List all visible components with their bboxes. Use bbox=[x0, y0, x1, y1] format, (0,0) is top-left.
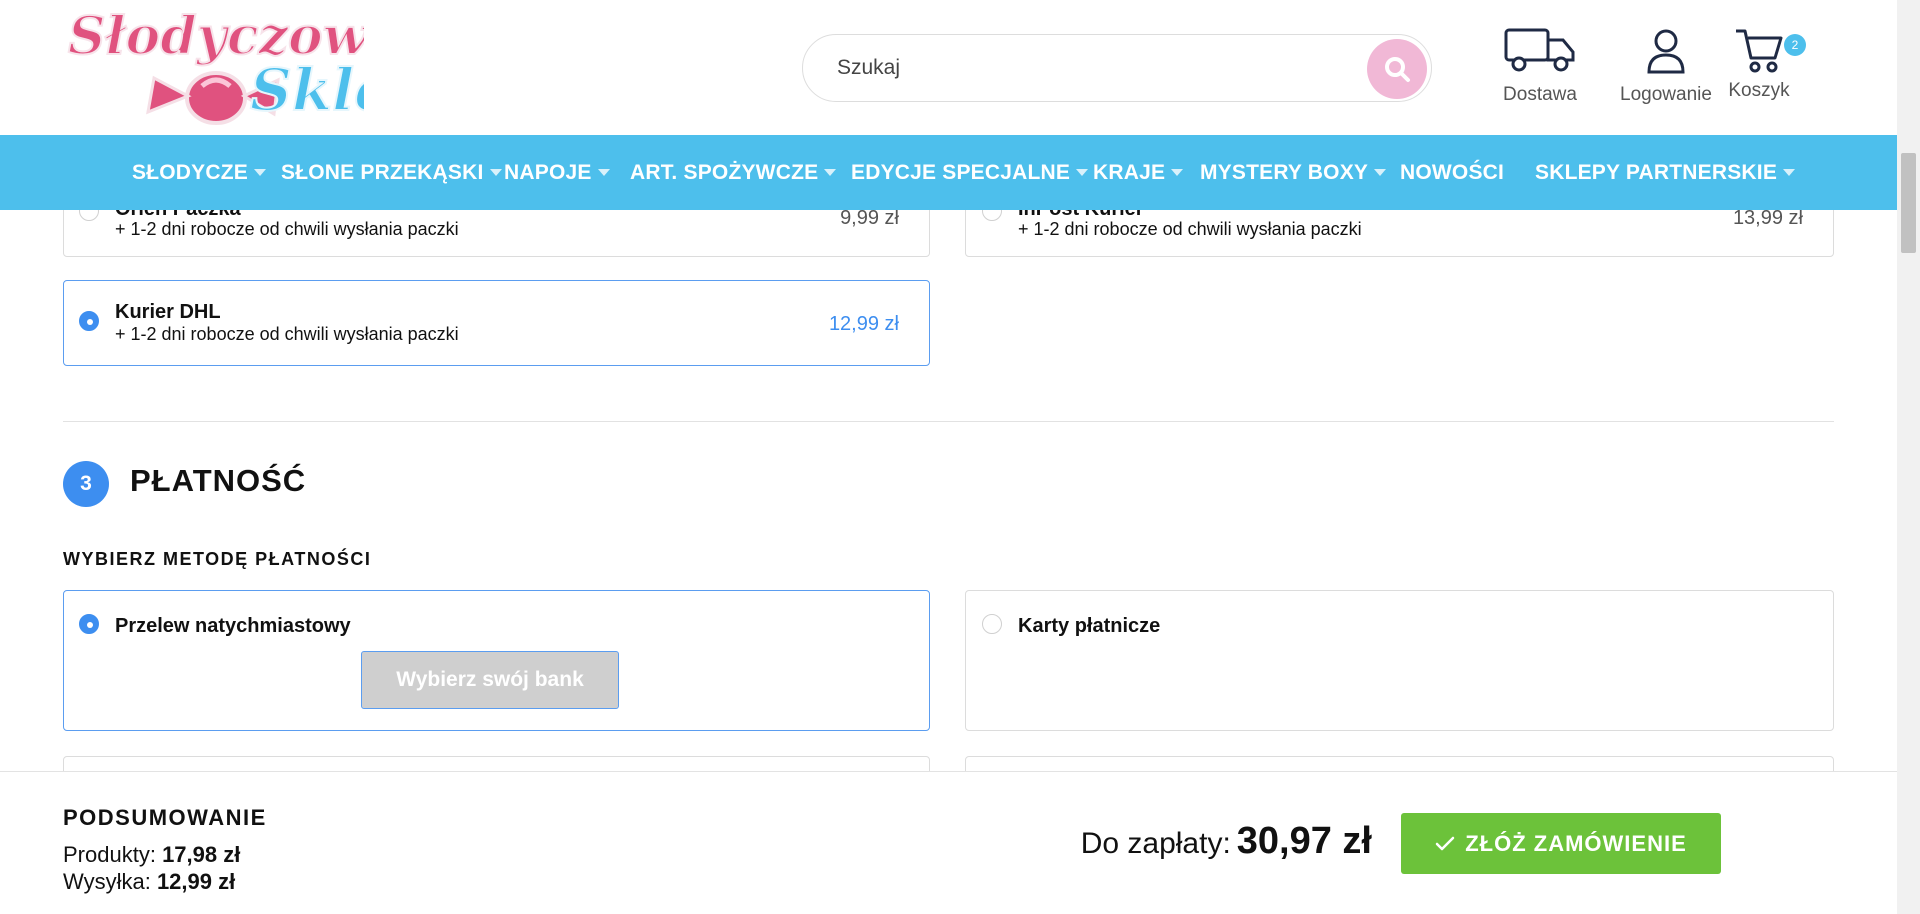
page-scrollbar[interactable] bbox=[1897, 0, 1920, 914]
login-label: Logowanie bbox=[1620, 84, 1712, 105]
payment-option-title: Karty płatnicze bbox=[1018, 615, 1161, 637]
chevron-down-icon bbox=[253, 169, 266, 176]
payment-option-cards[interactable]: Karty płatnicze bbox=[965, 590, 1834, 731]
step-number-badge: 3 bbox=[63, 461, 109, 507]
shipping-option-subtitle: + 1-2 dni robocze od chwili wysłania pac… bbox=[115, 324, 459, 344]
section-divider bbox=[63, 421, 1834, 422]
search-bar bbox=[802, 34, 1432, 102]
chevron-down-icon bbox=[1076, 169, 1089, 176]
shipping-label: Wysyłka: bbox=[63, 869, 151, 894]
summary-products: Produkty: 17,98 zł bbox=[63, 842, 240, 868]
products-value: 17,98 zł bbox=[162, 842, 241, 867]
products-label: Produkty: bbox=[63, 842, 156, 867]
nav-item-slone-przekaski[interactable]: SŁONE PRZEKĄSKI bbox=[281, 135, 502, 210]
shipping-option-price: 13,99 zł bbox=[1732, 207, 1803, 229]
cart-link[interactable]: 2 Koszyk bbox=[1724, 26, 1806, 102]
checkout-page: Orlen Paczka + 1-2 dni robocze od chwili… bbox=[0, 0, 1920, 914]
chevron-down-icon bbox=[1374, 169, 1387, 176]
login-link[interactable]: Logowanie bbox=[1614, 26, 1718, 106]
shipping-option-price: 12,99 zł bbox=[828, 313, 899, 335]
choose-bank-button[interactable]: Wybierz swój bank bbox=[361, 651, 619, 709]
search-icon bbox=[1385, 57, 1410, 82]
chevron-down-icon bbox=[1171, 169, 1184, 176]
truck-icon bbox=[1504, 28, 1575, 72]
chevron-down-icon bbox=[489, 169, 502, 176]
shipping-option-subtitle: + 1-2 dni robocze od chwili wysłania pac… bbox=[115, 219, 459, 239]
nav-item-kraje[interactable]: KRAJE bbox=[1093, 135, 1184, 210]
payment-radio-transfer[interactable] bbox=[79, 614, 99, 634]
payment-option-transfer[interactable]: Przelew natychmiastowy Wybierz swój bank bbox=[63, 590, 930, 731]
chevron-down-icon bbox=[1783, 169, 1796, 176]
payment-method-label: WYBIERZ METODĘ PŁATNOŚCI bbox=[63, 549, 372, 569]
shipping-radio-dhl[interactable] bbox=[79, 311, 99, 331]
nav-item-art-spozywcze[interactable]: ART. SPOŻYWCZE bbox=[630, 135, 837, 210]
shipping-option-title: Kurier DHL bbox=[115, 301, 221, 323]
nav-item-slodycze[interactable]: SŁODYCZE bbox=[132, 135, 266, 210]
summary-title: PODSUMOWANIE bbox=[63, 805, 267, 830]
delivery-label: Dostawa bbox=[1503, 84, 1577, 105]
order-summary-bar: PODSUMOWANIE Produkty: 17,98 zł Wysyłka:… bbox=[0, 771, 1897, 914]
place-order-button[interactable]: ZŁÓŻ ZAMÓWIENIE bbox=[1401, 813, 1721, 874]
cart-count-badge: 2 bbox=[1784, 34, 1806, 56]
shipping-value: 12,99 zł bbox=[156, 869, 236, 894]
search-button[interactable] bbox=[1367, 39, 1427, 99]
total-amount: Do zapłaty: 30,97 zł bbox=[1081, 820, 1372, 863]
total-label: Do zapłaty: bbox=[1080, 827, 1231, 860]
shipping-option-price: 9,99 zł bbox=[840, 207, 899, 229]
checkmark-icon bbox=[1435, 836, 1455, 850]
total-value: 30,97 zł bbox=[1236, 820, 1372, 862]
nav-item-mystery-boxy[interactable]: MYSTERY BOXY bbox=[1200, 135, 1387, 210]
payment-section-title: PŁATNOŚĆ bbox=[130, 463, 307, 498]
nav-item-edycje-specjalne[interactable]: EDYCJE SPECJALNE bbox=[851, 135, 1089, 210]
payment-radio-cards[interactable] bbox=[982, 614, 1002, 634]
search-input[interactable] bbox=[837, 51, 1317, 85]
summary-shipping: Wysyłka: 12,99 zł bbox=[63, 869, 235, 895]
nav-item-nowosci[interactable]: NOWOŚCI bbox=[1400, 135, 1504, 210]
chevron-down-icon bbox=[597, 169, 610, 176]
delivery-link[interactable]: Dostawa bbox=[1498, 26, 1582, 106]
svg-text:Sklep: Sklep bbox=[250, 56, 364, 124]
user-icon bbox=[1647, 29, 1685, 74]
main-navigation: SŁODYCZE SŁONE PRZEKĄSKI NAPOJE ART. SPO… bbox=[0, 135, 1897, 210]
place-order-label: ZŁÓŻ ZAMÓWIENIE bbox=[1465, 830, 1687, 856]
nav-item-sklepy-partnerskie[interactable]: SKLEPY PARTNERSKIE bbox=[1535, 135, 1796, 210]
shipping-option-subtitle: + 1-2 dni robocze od chwili wysłania pac… bbox=[1018, 219, 1362, 239]
payment-option-title: Przelew natychmiastowy bbox=[115, 615, 351, 637]
chevron-down-icon bbox=[824, 169, 837, 176]
nav-item-napoje[interactable]: NAPOJE bbox=[504, 135, 610, 210]
scrollbar-thumb[interactable] bbox=[1901, 153, 1916, 253]
site-header: Słodyczowo Sklep Dostawa bbox=[0, 0, 1897, 135]
cart-label: Koszyk bbox=[1728, 80, 1790, 101]
cart-icon bbox=[1736, 29, 1783, 73]
site-logo[interactable]: Słodyczowo Sklep bbox=[64, 0, 433, 132]
shipping-option-dhl[interactable]: Kurier DHL + 1-2 dni robocze od chwili w… bbox=[63, 280, 930, 366]
